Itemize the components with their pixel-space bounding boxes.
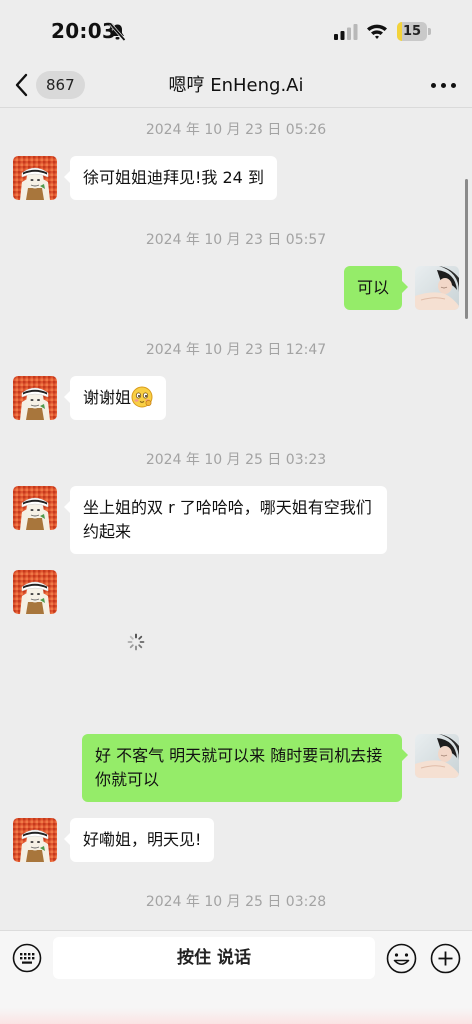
keyboard-icon[interactable]: [12, 943, 42, 973]
incoming-message[interactable]: 徐可姐姐迪拜见!我 24 到: [64, 156, 277, 200]
timestamp: 2024 年 10 月 23 日 05:57: [145, 232, 327, 248]
hold-to-talk-button[interactable]: 按住 说话: [53, 937, 375, 979]
shy-face-emoji: [131, 386, 153, 408]
my-avatar[interactable]: [415, 266, 459, 310]
my-avatar[interactable]: [415, 734, 459, 778]
timestamp: 2024 年 10 月 23 日 05:26: [145, 122, 327, 138]
contact-avatar[interactable]: [13, 486, 57, 530]
contact-avatar[interactable]: [13, 156, 57, 200]
incoming-message[interactable]: 坐上姐的双 r 了哈哈哈，哪天姐有空我们约起来: [64, 486, 387, 554]
incoming-message[interactable]: 好嘞姐，明天见!: [63, 818, 215, 862]
unread-count-badge: 867: [36, 71, 85, 99]
battery-icon: 15: [397, 22, 431, 41]
chat-area[interactable]: 2024 年 10 月 23 日 05:26 徐可姐姐迪拜见!我 24 到 20…: [0, 109, 472, 930]
timestamp: 2024 年 10 月 25 日 03:28: [145, 894, 327, 910]
back-button[interactable]: 867: [14, 68, 85, 102]
plus-icon[interactable]: [430, 943, 461, 974]
status-time: 20:03: [51, 19, 117, 43]
chat-title: 嗯哼 EnHeng.Ai: [168, 75, 304, 96]
bell-off-icon: [109, 23, 126, 41]
more-icon[interactable]: [428, 74, 460, 96]
signal-icon: [334, 24, 358, 40]
nav-bar: 867 嗯哼 EnHeng.Ai: [0, 62, 472, 108]
wifi-icon: [367, 24, 387, 39]
incoming-message[interactable]: 谢谢姐: [63, 376, 167, 420]
home-indicator: [0, 1008, 472, 1024]
timestamp: 2024 年 10 月 23 日 12:47: [145, 342, 327, 358]
loading-spinner-icon: [127, 633, 145, 651]
outgoing-message[interactable]: 可以: [343, 266, 409, 310]
message-text: 谢谢姐: [83, 388, 132, 407]
contact-avatar[interactable]: [13, 376, 57, 420]
outgoing-message[interactable]: 好 不客气 明天就可以来 随时要司机去接你就可以: [82, 734, 408, 802]
chevron-left-icon: [15, 73, 28, 97]
battery-percent: 15: [402, 24, 422, 39]
status-bar: 20:03 15: [0, 0, 472, 62]
contact-avatar[interactable]: [13, 818, 57, 862]
contact-avatar[interactable]: [13, 570, 57, 614]
timestamp: 2024 年 10 月 25 日 03:23: [145, 452, 327, 468]
scrollbar[interactable]: [465, 179, 468, 319]
emoji-icon[interactable]: [386, 943, 417, 974]
